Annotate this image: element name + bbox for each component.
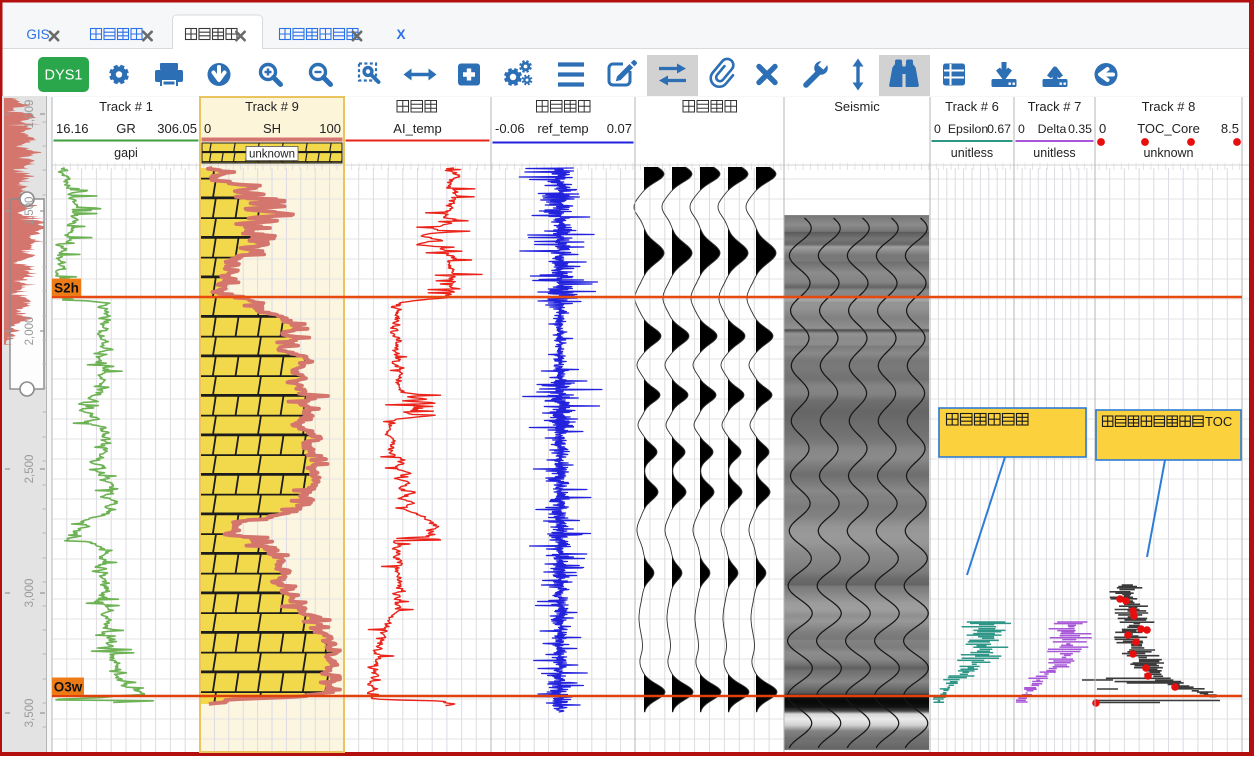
svg-text:0.07: 0.07 xyxy=(607,121,632,136)
svg-text:ref_temp: ref_temp xyxy=(537,121,588,136)
svg-text:2,500: 2,500 xyxy=(24,455,36,484)
svg-text:DYS1: DYS1 xyxy=(45,68,83,84)
svg-text:3,000: 3,000 xyxy=(24,579,36,608)
svg-text:unitless: unitless xyxy=(951,146,993,160)
svg-text:S2h: S2h xyxy=(54,281,79,296)
svg-text:X: X xyxy=(396,27,405,42)
svg-text:100: 100 xyxy=(319,121,341,136)
svg-text:O3w: O3w xyxy=(54,680,83,695)
svg-text:8.5: 8.5 xyxy=(1221,121,1239,136)
svg-text:unknown: unknown xyxy=(249,149,295,161)
svg-text:0: 0 xyxy=(1018,122,1025,136)
svg-text:unknown: unknown xyxy=(1143,146,1193,160)
svg-text:Track # 9: Track # 9 xyxy=(245,99,299,114)
svg-text:TOC_Core: TOC_Core xyxy=(1137,121,1200,136)
svg-text:GR: GR xyxy=(116,121,136,136)
svg-text:306.05: 306.05 xyxy=(157,121,197,136)
svg-text:SH: SH xyxy=(263,121,281,136)
svg-text:-0.06: -0.06 xyxy=(495,121,525,136)
svg-text:2,000: 2,000 xyxy=(24,317,36,346)
svg-text:16.16: 16.16 xyxy=(56,121,89,136)
svg-text:3,500: 3,500 xyxy=(24,699,36,728)
svg-text:Delta: Delta xyxy=(1038,122,1067,136)
svg-text:0.67: 0.67 xyxy=(987,122,1011,136)
svg-text:AI_temp: AI_temp xyxy=(393,121,441,136)
svg-text:Epsilon: Epsilon xyxy=(948,122,988,136)
svg-text:0: 0 xyxy=(1099,121,1106,136)
svg-text:unitless: unitless xyxy=(1033,146,1075,160)
svg-text:TOC: TOC xyxy=(1205,414,1232,429)
svg-text:Track # 6: Track # 6 xyxy=(945,99,999,114)
svg-text:1,009: 1,009 xyxy=(24,100,36,129)
svg-text:GIS: GIS xyxy=(26,27,49,42)
svg-text:0: 0 xyxy=(934,122,941,136)
svg-text:Track # 1: Track # 1 xyxy=(99,99,153,114)
svg-text:gapi: gapi xyxy=(114,146,138,160)
svg-text:0.35: 0.35 xyxy=(1068,122,1092,136)
svg-text:Track # 7: Track # 7 xyxy=(1028,99,1082,114)
svg-text:1,500: 1,500 xyxy=(24,197,36,226)
svg-text:Track # 8: Track # 8 xyxy=(1142,99,1196,114)
svg-text:Seismic: Seismic xyxy=(834,99,880,114)
svg-text:0: 0 xyxy=(204,121,211,136)
